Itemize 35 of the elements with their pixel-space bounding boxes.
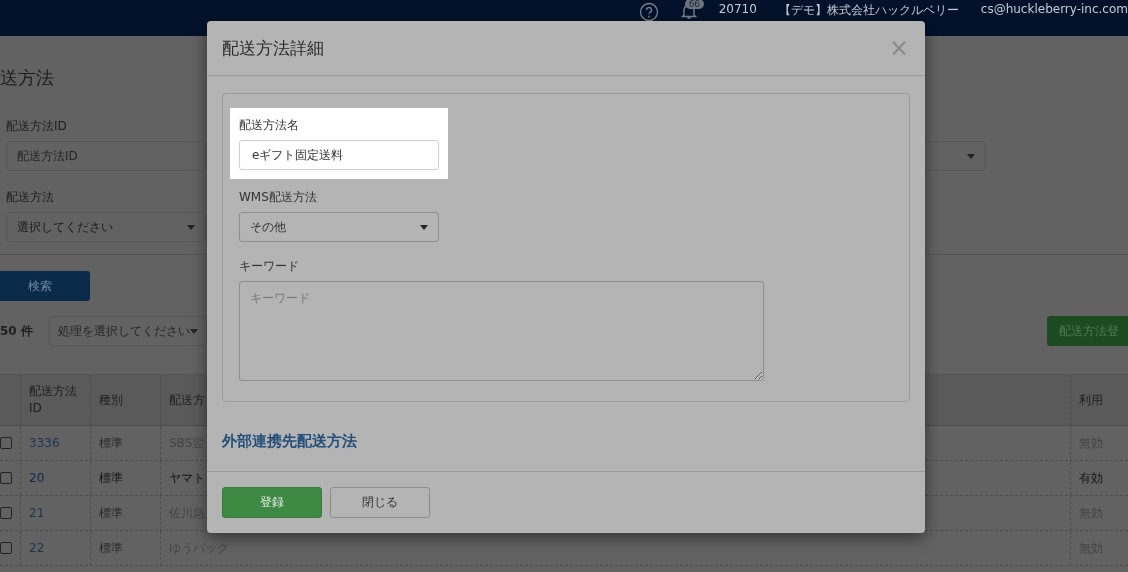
table-cell: 標準: [90, 461, 160, 495]
id-link[interactable]: 3336: [20, 426, 90, 460]
row-checkbox[interactable]: [0, 472, 12, 484]
result-count: 50 件: [0, 322, 33, 340]
page-title: 送方法: [0, 66, 55, 90]
modal-title: 配送方法詳細: [222, 36, 324, 60]
caret-icon: [189, 328, 198, 334]
caret-icon: [420, 224, 428, 230]
id-link[interactable]: 21: [20, 496, 90, 530]
close-button[interactable]: ×: [888, 36, 909, 60]
company-name[interactable]: 【デモ】株式会社ハックルベリー: [778, 2, 959, 19]
search-button[interactable]: 検索: [0, 271, 90, 301]
id-link[interactable]: 22: [20, 531, 90, 565]
help-icon[interactable]: [638, 2, 659, 22]
filter-label: 配送方法: [6, 189, 54, 206]
row-checkbox[interactable]: [0, 437, 12, 449]
field-label: 配送方法名: [239, 117, 299, 134]
user-code: 20710: [718, 2, 757, 16]
user-email[interactable]: cs@huckleberry-inc.com: [980, 2, 1128, 16]
field-label: キーワード: [239, 258, 299, 275]
input-field[interactable]: eギフト固定送料: [239, 140, 439, 170]
row-checkbox[interactable]: [0, 542, 12, 554]
close-button[interactable]: 閉じる: [330, 487, 430, 518]
table-cell: 有効: [1070, 461, 1128, 495]
select-field[interactable]: その他: [239, 212, 439, 242]
filter-label: 配送方法ID: [6, 118, 67, 135]
column-header: 利用: [1070, 375, 1128, 425]
caret-icon: [967, 153, 975, 159]
field-label: WMS配送方法: [239, 189, 317, 206]
notification-badge: 66: [684, 0, 705, 9]
caret-icon: [187, 224, 195, 230]
register-button[interactable]: 登録: [222, 487, 322, 518]
id-link[interactable]: 20: [20, 461, 90, 495]
row-checkbox[interactable]: [0, 507, 12, 519]
section-link[interactable]: 外部連携先配送方法: [222, 432, 357, 451]
